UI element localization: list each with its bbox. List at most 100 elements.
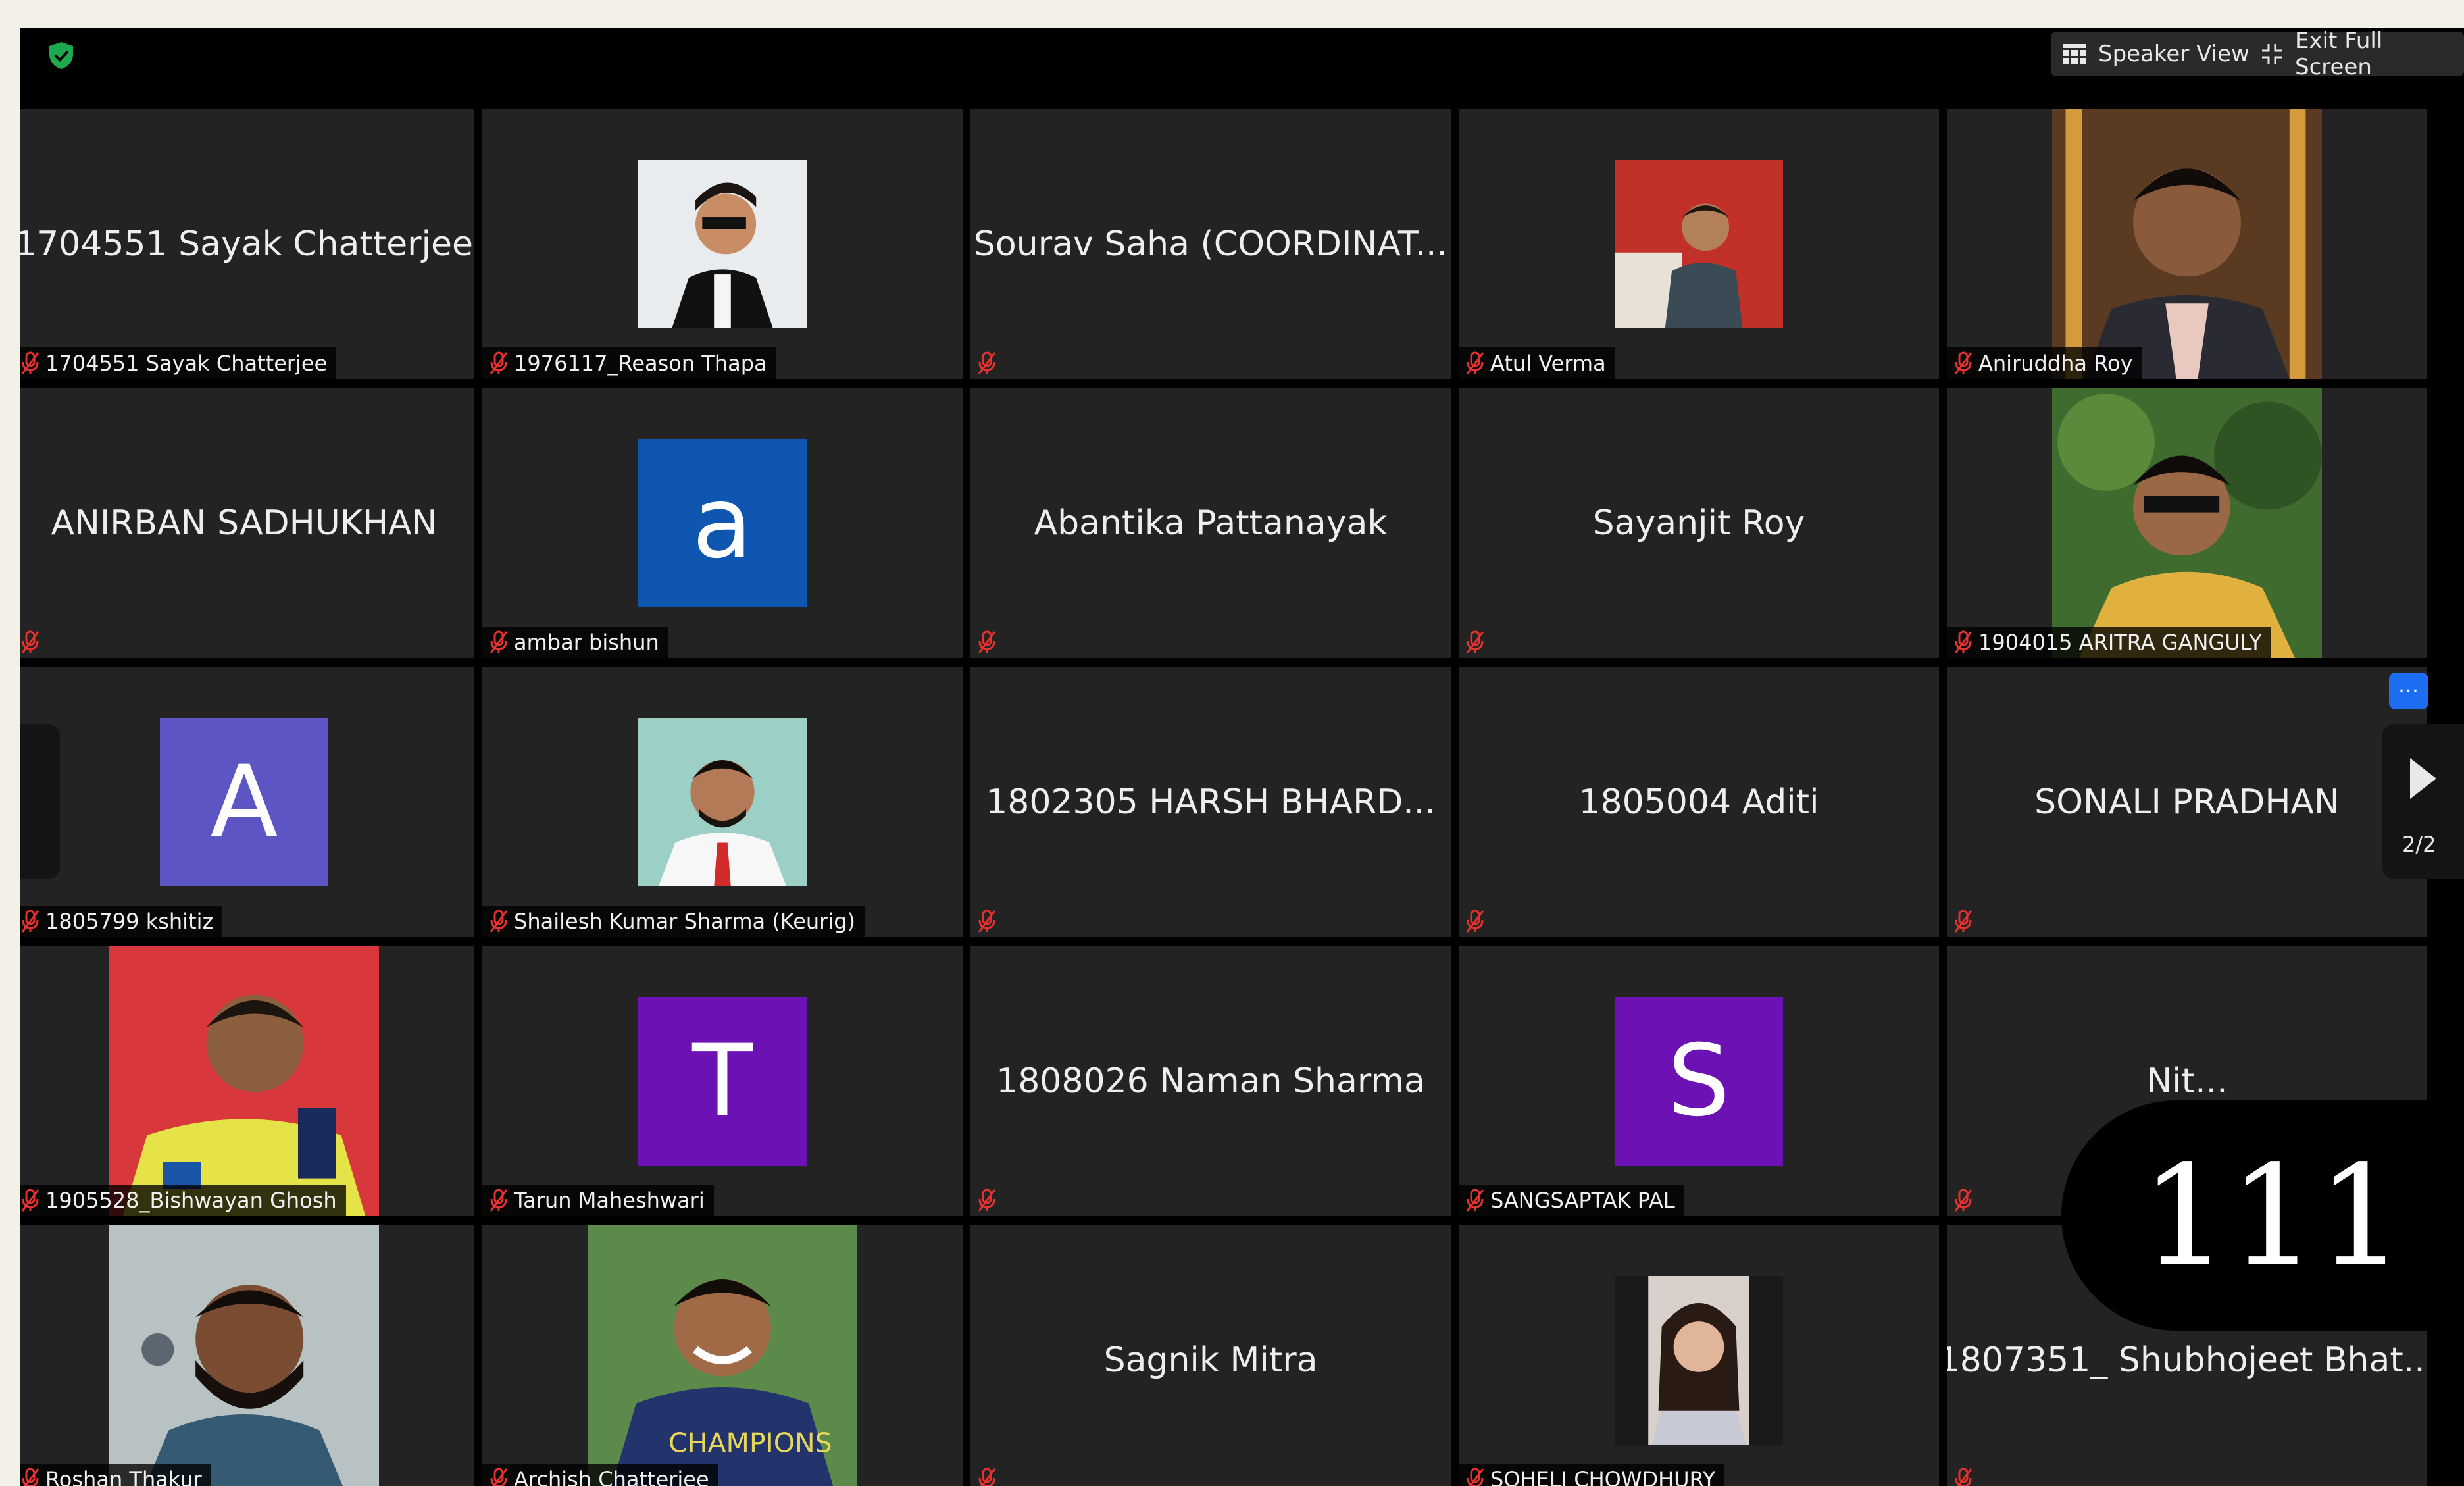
participant-nameplate [1947,906,1982,937]
participant-tile[interactable]: T Tarun Maheshwari [482,946,963,1216]
participant-display-name: 1802305 HARSH BHARD... [986,782,1436,822]
participant-nameplate: 1805799 kshitiz [20,906,223,937]
participant-video: CHAMPIONS [588,1225,857,1486]
muted-mic-icon [21,910,39,933]
participant-nameplate [970,1185,1006,1216]
participant-video [2052,109,2322,379]
participant-name-label: 1904015 ARITRA GANGULY [1978,630,2262,655]
participant-name-label: SANGSAPTAK PAL [1490,1188,1675,1213]
participant-nameplate [970,906,1006,937]
participant-tile[interactable]: 1904015 ARITRA GANGULY [1947,388,2427,658]
muted-mic-icon [1955,1468,1973,1486]
participant-video [109,946,379,1216]
muted-mic-icon [1466,910,1484,933]
muted-mic-icon [490,1189,508,1212]
participant-tile[interactable]: CHAMPIONS Archish Chatterjee [482,1225,963,1486]
previous-page-button[interactable] [20,724,60,879]
participant-display-name: 1805004 Aditi [1578,782,1819,822]
participant-tile[interactable]: Atul Verma [1459,109,1939,379]
svg-text:CHAMPIONS: CHAMPIONS [668,1427,832,1458]
speaker-view-button[interactable]: Speaker View [2051,32,2271,76]
participant-name-label: ambar bishun [514,630,659,655]
participant-nameplate: Archish Chatterjee [482,1464,718,1486]
muted-mic-icon [490,351,508,374]
participant-grid: 1704551 Sayak Chatterjee 1704551 Sayak Ch… [20,109,2427,1486]
grid-icon [2063,44,2086,64]
participant-video [1615,160,1783,328]
participant-display-name: Sagnik Mitra [1103,1341,1318,1380]
participant-video [638,718,807,886]
participant-display-name: Sourav Saha (COORDINAT... [973,224,1448,264]
letter-avatar: a [638,439,807,607]
participant-tile[interactable]: Sourav Saha (COORDINAT... [970,109,1451,379]
participant-tile[interactable]: Sayanjit Roy [1459,388,1939,658]
muted-mic-icon [490,630,508,653]
participant-nameplate: Shailesh Kumar Sharma (Keurig) [482,906,865,937]
participant-display-name: SONALI PRADHAN [2034,782,2340,822]
participant-nameplate [1459,627,1494,658]
muted-mic-icon [1954,910,1973,933]
participant-video [1615,1276,1783,1445]
participant-tile[interactable]: S SANGSAPTAK PAL [1459,946,1939,1216]
participant-nameplate: SOHELI CHOWDHURY [1459,1464,1725,1486]
chevron-right-icon [2410,758,2436,799]
participant-name-label: Aniruddha Roy [1978,351,2133,376]
participant-name-label: 1805799 kshitiz [45,909,214,934]
participant-display-name: Abantika Pattanayak [1034,503,1388,543]
participant-nameplate [20,627,49,658]
participant-tile[interactable]: SONALI PRADHAN [1947,667,2427,937]
shield-icon[interactable] [47,41,76,70]
participant-nameplate [970,1464,1006,1486]
participant-nameplate: Roshan Thakur [20,1464,211,1486]
participant-name-label: 1905528_Bishwayan Ghosh [45,1188,337,1213]
participant-tile[interactable]: 1704551 Sayak Chatterjee 1704551 Sayak Ch… [20,109,474,379]
participant-name-label: Atul Verma [1490,351,1606,376]
participant-tile[interactable]: a ambar bishun [482,388,963,658]
participant-nameplate: ambar bishun [482,627,668,658]
participant-nameplate: 1904015 ARITRA GANGULY [1947,627,2271,658]
more-options-button[interactable]: ··· [2389,673,2428,709]
muted-mic-icon [21,1189,39,1212]
muted-mic-icon [490,910,508,933]
participant-tile[interactable]: 1976117_Reason Thapa [482,109,963,379]
page-indicator: 2/2 [2402,832,2436,857]
participant-tile[interactable]: 1802305 HARSH BHARD... [970,667,1451,937]
muted-mic-icon [1954,630,1973,653]
participant-video [109,1225,379,1486]
participant-tile[interactable]: 1808026 Naman Sharma [970,946,1451,1216]
participant-nameplate: Aniruddha Roy [1947,347,2142,379]
participant-tile[interactable]: Roshan Thakur [20,1225,474,1486]
participant-tile[interactable]: SOHELI CHOWDHURY [1459,1225,1939,1486]
next-page-button[interactable]: 2/2 [2382,724,2464,879]
participant-tile[interactable]: A 1805799 kshitiz [20,667,474,937]
participant-name-label: Archish Chatterjee [514,1467,709,1486]
participant-tile[interactable]: 1905528_Bishwayan Ghosh [20,946,474,1216]
participant-nameplate: Tarun Maheshwari [482,1185,714,1216]
participant-tile[interactable]: Abantika Pattanayak [970,388,1451,658]
participant-tile[interactable]: Shailesh Kumar Sharma (Keurig) [482,667,963,937]
participant-tile[interactable]: ANIRBAN SADHUKHAN [20,388,474,658]
participant-nameplate [970,347,1006,379]
letter-avatar: A [160,718,328,886]
participant-nameplate: 1976117_Reason Thapa [482,347,776,379]
muted-mic-icon [1466,351,1484,374]
participant-nameplate [1947,1464,1982,1486]
participant-tile[interactable]: Sagnik Mitra [970,1225,1451,1486]
letter-avatar: S [1615,997,1783,1166]
muted-mic-icon [1954,1189,1973,1212]
muted-mic-icon [978,1189,996,1212]
speaker-view-label: Speaker View [2098,41,2250,67]
participant-name-label: Roshan Thakur [45,1467,202,1486]
exit-full-screen-button[interactable]: Exit Full Screen [2249,28,2464,80]
participant-tile[interactable]: 1805004 Aditi [1459,667,1939,937]
participant-display-name: Sayanjit Roy [1592,503,1805,543]
muted-mic-icon [22,1468,39,1486]
participant-video [2052,388,2322,658]
exit-fullscreen-icon [2262,44,2282,64]
participant-name-label: SOHELI CHOWDHURY [1490,1467,1716,1486]
participant-tile[interactable]: Aniruddha Roy [1947,109,2427,379]
participant-name-label: 1704551 Sayak Chatterjee [45,351,328,376]
letter-avatar: T [638,997,807,1166]
muted-mic-icon [978,1468,996,1486]
participant-display-name: 1704551 Sayak Chatterjee [20,224,473,264]
